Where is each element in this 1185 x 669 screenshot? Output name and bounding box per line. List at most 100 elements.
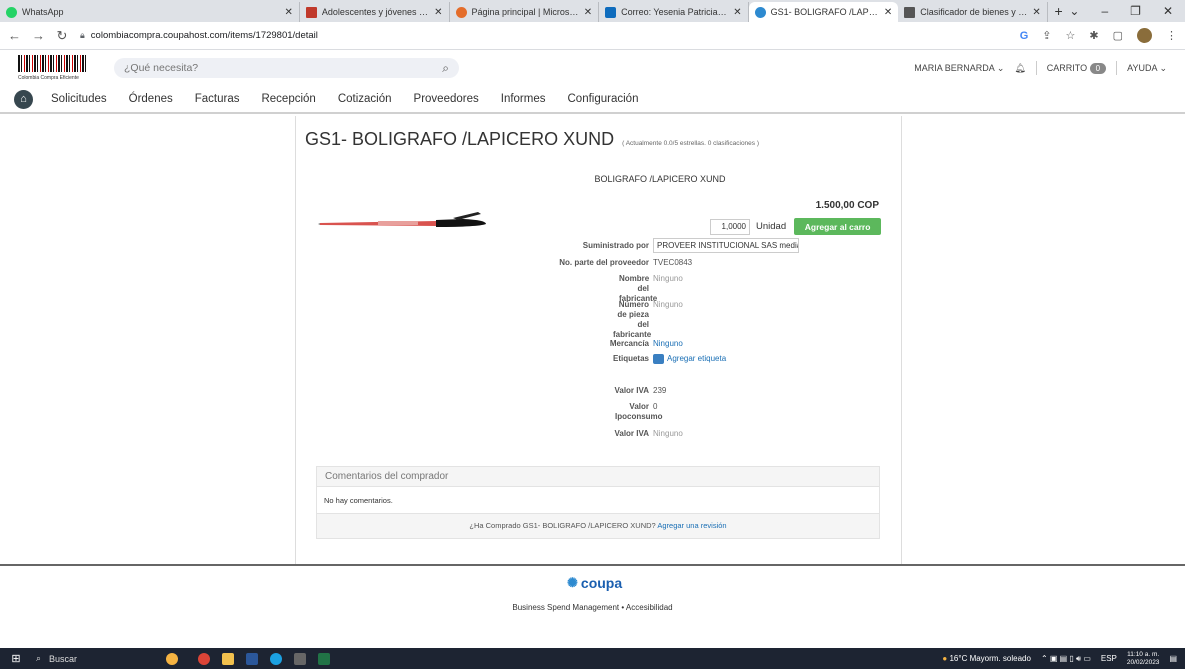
close-icon[interactable]: ✕: [884, 7, 892, 18]
add-review-link[interactable]: Agregar una revisión: [657, 521, 726, 530]
review-prompt: ¿Ha Comprado GS1- BOLIGRAFO /LAPICERO XU…: [317, 514, 879, 538]
user-area: MARIA BERNARDA ⌄ 🔔︎ CARRITO 0 AYUDA ⌄: [914, 61, 1167, 75]
new-tab-button[interactable]: +: [1048, 2, 1070, 22]
field-label: Valor IVA: [614, 429, 649, 438]
search-icon[interactable]: ⌕: [442, 61, 449, 76]
edge-icon[interactable]: [264, 648, 288, 669]
windows-start-icon[interactable]: ⊞: [0, 652, 32, 665]
star-icon[interactable]: ☆: [1066, 29, 1076, 42]
product-price: 1.500,00 COP: [815, 200, 879, 211]
nav-facturas[interactable]: Facturas: [195, 93, 240, 105]
close-window-icon[interactable]: ✕: [1163, 4, 1173, 18]
cart-count-badge: 0: [1089, 63, 1107, 74]
colombia-compra-logo[interactable]: Colombia Compra Eficiente: [18, 55, 88, 81]
field-supplier-part: No. parte del proveedor TVEC0843: [555, 258, 692, 268]
forward-icon[interactable]: →: [32, 28, 45, 43]
tab-microsoft365[interactable]: Página principal | Microsoft 365 ✕: [450, 2, 600, 22]
help-menu[interactable]: AYUDA ⌄: [1127, 63, 1167, 74]
extensions-icon[interactable]: ✱: [1089, 29, 1098, 42]
windows-taskbar: ⊞ ⌕ Buscar ● 16°C Mayorm. soleado ⌃ ▣ ▤ …: [0, 648, 1185, 669]
calculator-icon[interactable]: [288, 648, 312, 669]
notifications-icon[interactable]: ▤: [1169, 654, 1177, 663]
clock[interactable]: 11:10 a. m. 20/02/2023: [1127, 651, 1160, 667]
nav-informes[interactable]: Informes: [501, 93, 546, 105]
chrome-icon[interactable]: [192, 648, 216, 669]
close-icon[interactable]: ✕: [733, 7, 741, 18]
nav-proveedores[interactable]: Proveedores: [414, 93, 479, 105]
unit-label: Unidad: [756, 221, 787, 232]
commodity-link[interactable]: Ninguno: [653, 339, 683, 349]
clock-date: 20/02/2023: [1126, 658, 1160, 666]
add-tag-text: Agregar etiqueta: [667, 354, 727, 364]
file-explorer-icon[interactable]: [216, 648, 240, 669]
close-icon[interactable]: ✕: [584, 7, 592, 18]
divider: [1116, 61, 1118, 75]
profile-avatar[interactable]: [1137, 28, 1152, 43]
column-divider: [901, 116, 902, 564]
tab-title: GS1- BOLIGRAFO /LAPICERO XUI: [770, 7, 879, 17]
chevron-down-icon[interactable]: ⌄: [1069, 4, 1079, 18]
close-icon[interactable]: ✕: [434, 7, 442, 18]
field-label: Etiquetas: [612, 354, 649, 363]
quantity-row: Unidad Agregar al carro: [710, 218, 882, 235]
browser-tab-bar: WhatsApp ✕ Adolescentes y jóvenes cada v…: [0, 0, 1185, 22]
nav-cotizacion[interactable]: Cotización: [338, 93, 392, 105]
search-icon: ⌕: [36, 653, 42, 663]
url-field[interactable]: 🔒︎ colombiacompra.coupahost.com/items/17…: [80, 25, 1008, 47]
tab-clasificador[interactable]: Clasificador de bienes y servicios ✕: [898, 2, 1048, 22]
nav-recepcion[interactable]: Recepción: [261, 93, 315, 105]
sidepanel-icon[interactable]: ▢: [1113, 29, 1123, 42]
cart-link[interactable]: CARRITO 0: [1047, 63, 1107, 74]
taskbar-search[interactable]: ⌕ Buscar: [32, 648, 152, 669]
quantity-input[interactable]: [710, 218, 750, 235]
microsoft365-icon: [455, 6, 467, 18]
field-label: Mercancía: [609, 339, 649, 348]
bell-icon[interactable]: 🔔︎: [1014, 63, 1025, 74]
tag-icon: [653, 354, 664, 364]
sun-icon: ●: [942, 654, 948, 663]
footer-links[interactable]: Business Spend Management • Accesibilida…: [0, 603, 1185, 612]
coupa-icon: [754, 6, 766, 18]
app-header: Colombia Compra Eficiente ⌕ MARIA BERNAR…: [0, 50, 1185, 86]
widgets-icon[interactable]: [152, 648, 192, 669]
nav-solicitudes[interactable]: Solicitudes: [51, 93, 107, 105]
pen-product-image[interactable]: [318, 206, 488, 236]
search-input[interactable]: [124, 62, 424, 74]
field-value: Ninguno: [653, 429, 683, 438]
tab-whatsapp[interactable]: WhatsApp ✕: [0, 2, 300, 22]
google-icon[interactable]: G: [1020, 30, 1029, 42]
home-icon[interactable]: ⌂: [14, 89, 33, 109]
word-icon[interactable]: [240, 648, 264, 669]
minimize-icon[interactable]: –: [1101, 4, 1108, 18]
nav-configuracion[interactable]: Configuración: [568, 93, 639, 105]
help-label: AYUDA: [1127, 62, 1157, 73]
supplier-select[interactable]: PROVEER INSTITUCIONAL SAS mediante ⌄: [653, 238, 799, 253]
coupa-logo: ✺ coupa: [567, 575, 622, 591]
close-icon[interactable]: ✕: [285, 7, 293, 18]
restore-icon[interactable]: ❐: [1130, 4, 1141, 18]
user-menu[interactable]: MARIA BERNARDA ⌄: [914, 63, 1004, 74]
tray-icons[interactable]: ⌃ ▣ ▤ ▯ 🔊︎ ▭: [1041, 654, 1091, 664]
clasificador-icon: [904, 6, 916, 18]
back-icon[interactable]: ←: [8, 28, 21, 43]
divider: [1035, 61, 1037, 75]
field-label: Suministrado por: [582, 241, 649, 250]
tab-news[interactable]: Adolescentes y jóvenes cada vez ✕: [300, 2, 450, 22]
rating-summary[interactable]: ( Actualmente 0.0/5 estrellas. 0 clasifi…: [622, 140, 759, 147]
share-icon[interactable]: ⇪: [1042, 29, 1051, 42]
weather-widget[interactable]: ● 16°C Mayorm. soleado: [942, 654, 1031, 663]
field-commodity: Mercancía Ninguno: [555, 339, 683, 349]
review-question: ¿Ha Comprado GS1- BOLIGRAFO /LAPICERO XU…: [469, 521, 656, 530]
menu-kebab-icon[interactable]: ⋮: [1166, 29, 1177, 42]
tab-outlook[interactable]: Correo: Yesenia Patricia Molina C ✕: [599, 2, 749, 22]
reload-icon[interactable]: ↻: [56, 28, 68, 44]
search-box: ⌕: [114, 58, 459, 78]
nav-ordenes[interactable]: Órdenes: [129, 93, 173, 105]
tab-title: Página principal | Microsoft 365: [471, 7, 579, 17]
language-indicator[interactable]: ESP: [1101, 654, 1117, 663]
close-icon[interactable]: ✕: [1032, 7, 1040, 18]
excel-icon[interactable]: [312, 648, 336, 669]
tab-coupa-active[interactable]: GS1- BOLIGRAFO /LAPICERO XUI ✕: [748, 2, 899, 22]
add-to-cart-button[interactable]: Agregar al carro: [794, 218, 882, 235]
add-tag-link[interactable]: Agregar etiqueta: [653, 354, 726, 364]
